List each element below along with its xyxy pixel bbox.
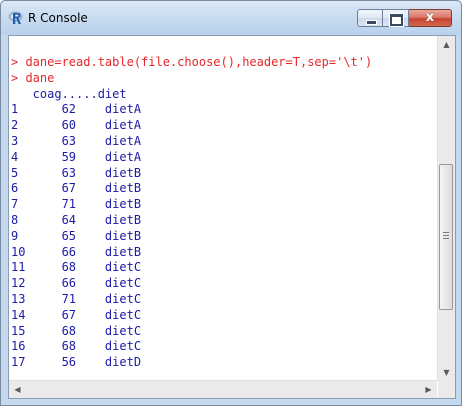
console-output-line: 4 59 dietA [11, 149, 142, 164]
arrow-left-icon: ◀ [14, 385, 21, 394]
console-output-line: 9 65 dietB [11, 228, 142, 243]
minimize-button[interactable] [357, 9, 383, 27]
console-output-line: 17 56 dietD [11, 355, 142, 370]
console-output-line: 13 71 dietC [11, 291, 142, 306]
console-output-line: 11 68 dietC [11, 260, 142, 275]
console-output-line: 8 64 dietB [11, 212, 142, 227]
console-output-line: 15 68 dietC [11, 323, 142, 338]
console-output-line: coag.....diet [11, 86, 127, 101]
console-output-line: 2 60 dietA [11, 118, 142, 133]
title-bar[interactable]: R Console x [1, 1, 461, 35]
maximize-button[interactable] [383, 9, 409, 27]
console-output-line: 10 66 dietB [11, 244, 142, 259]
r-console-window: R Console x > dane=read.table(file.choos… [0, 0, 462, 406]
console-output-line: 5 63 dietB [11, 165, 142, 180]
arrow-down-icon: ▼ [443, 368, 450, 377]
console-output-line: 12 66 dietC [11, 276, 142, 291]
vertical-scroll-thumb[interactable] [439, 164, 453, 310]
scrollbar-corner [438, 381, 455, 398]
horizontal-scrollbar[interactable]: ◀ ▶ [9, 380, 437, 398]
console-command-line: > dane [11, 70, 55, 85]
arrow-right-icon: ▶ [425, 385, 432, 394]
arrow-up-icon: ▲ [443, 40, 450, 49]
close-button[interactable]: x [409, 9, 452, 27]
console-output-line: 6 67 dietB [11, 181, 142, 196]
scroll-up-button[interactable]: ▲ [438, 36, 455, 53]
console-output-line: 14 67 dietC [11, 307, 142, 322]
scroll-right-button[interactable]: ▶ [420, 381, 437, 398]
r-logo-icon [8, 11, 23, 24]
vertical-scrollbar[interactable]: ▲ ▼ [437, 36, 455, 381]
close-icon: x [425, 10, 435, 25]
scroll-down-button[interactable]: ▼ [438, 364, 455, 381]
console-output-line: 3 63 dietA [11, 133, 142, 148]
caption-buttons: x [357, 9, 452, 28]
console-output[interactable]: > dane=read.table(file.choose(),header=T… [9, 36, 437, 381]
console-command-line: > dane=read.table(file.choose(),header=T… [11, 55, 373, 69]
scroll-left-button[interactable]: ◀ [9, 381, 26, 398]
minimize-icon [366, 20, 377, 25]
console-output-line: 16 68 dietC [11, 339, 142, 354]
grip-icon [443, 232, 449, 241]
maximize-icon [389, 13, 404, 27]
console-output-line: 1 62 dietA [11, 102, 142, 117]
window-title: R Console [28, 11, 88, 25]
console-client-area: > dane=read.table(file.choose(),header=T… [8, 35, 456, 399]
console-output-line: 7 71 dietB [11, 197, 142, 212]
